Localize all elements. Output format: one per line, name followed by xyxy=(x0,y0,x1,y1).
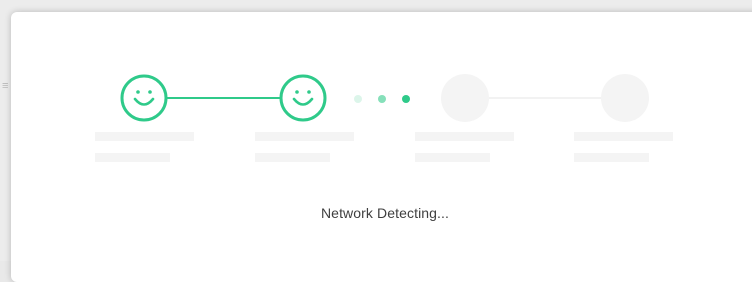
loading-dot-1 xyxy=(354,95,362,103)
step-3-placeholder-circle xyxy=(441,74,489,122)
step-1-sublabel-skeleton xyxy=(95,153,170,162)
step-4-label-skeleton xyxy=(574,132,673,141)
step-1-label-skeleton xyxy=(95,132,194,141)
loading-dot-3 xyxy=(402,95,410,103)
step-2-smiley-icon xyxy=(279,74,327,122)
step-4-placeholder-circle xyxy=(601,74,649,122)
step-3-label-skeleton xyxy=(415,132,514,141)
step-1-smiley-icon xyxy=(120,74,168,122)
step-2-label-skeleton xyxy=(255,132,354,141)
step-progress-graphic xyxy=(120,74,649,122)
network-status-text: Network Detecting... xyxy=(320,205,450,221)
loading-dot-2 xyxy=(378,95,386,103)
step-3-sublabel-skeleton xyxy=(415,153,490,162)
step-2-sublabel-skeleton xyxy=(255,153,330,162)
step-4-sublabel-skeleton xyxy=(574,153,649,162)
step-progress: Network Detecting... xyxy=(0,0,752,261)
